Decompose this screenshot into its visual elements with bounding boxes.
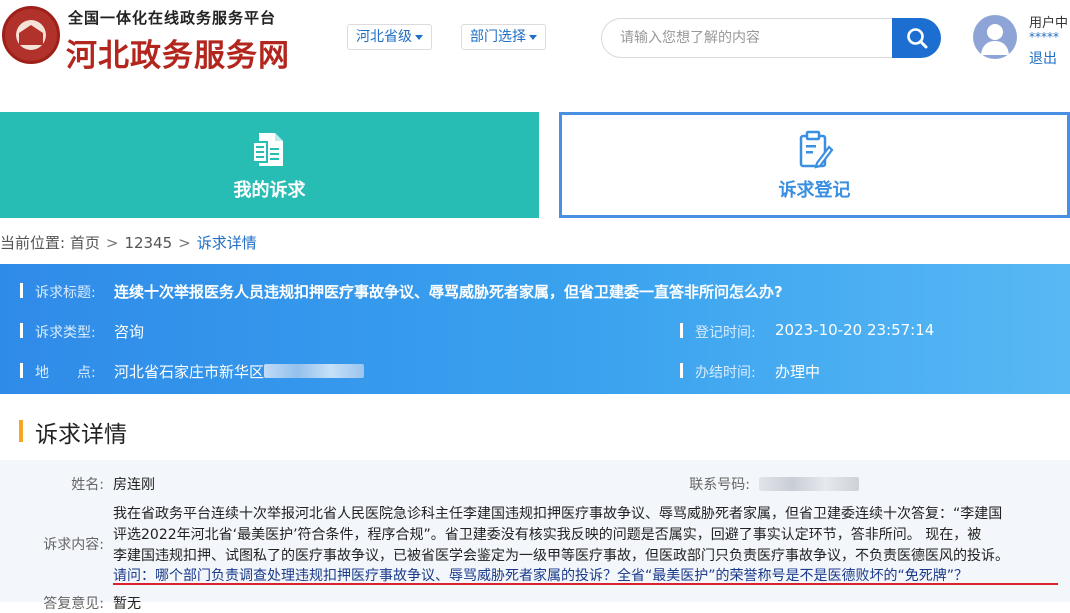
register-time-label: 登记时间:	[695, 325, 756, 341]
document-icon	[251, 133, 283, 166]
breadcrumb-12345[interactable]: 12345	[124, 234, 172, 252]
applicant-name: 房连刚	[113, 477, 155, 493]
register-time: 2023-10-20 23:57:14	[775, 321, 935, 339]
section-title: 诉求详情	[35, 422, 127, 448]
caret-down-icon	[415, 34, 423, 40]
name-label: 姓名:	[71, 477, 104, 493]
content-line: 李建国违规扣押、试图私了的医疗事故争议，已被省医学会鉴定为一级甲等医疗事故，但医…	[113, 548, 1009, 564]
redacted-phone	[759, 477, 859, 491]
highlight-underline	[113, 583, 1058, 585]
appeal-title: 连续十次举报医务人员违规扣押医疗事故争议、辱骂威胁死者家属，但省卫建委一直答非所…	[114, 283, 783, 301]
breadcrumb-separator: >	[105, 234, 119, 252]
user-icon	[981, 24, 1009, 55]
logout-link[interactable]: 退出	[1029, 48, 1057, 68]
platform-subtitle: 全国一体化在线政务服务平台	[68, 9, 277, 27]
register-appeal-tile[interactable]: 诉求登记	[559, 112, 1070, 218]
breadcrumb-prefix: 当前位置:	[0, 234, 66, 252]
finish-status: 办理中	[775, 363, 821, 381]
search-button[interactable]	[892, 18, 941, 58]
bullet-bar	[20, 363, 23, 378]
breadcrumb-current[interactable]: 诉求详情	[197, 234, 257, 252]
breadcrumb: 当前位置: 首页 >12345 > 诉求详情	[0, 232, 257, 253]
search-input[interactable]	[601, 18, 893, 58]
reply-value: 暂无	[113, 596, 141, 612]
content-line-question: 请问：哪个部门负责调查处理违规扣押医疗事故争议、辱骂威胁死者家属的投诉？全省“最…	[113, 568, 969, 584]
appeal-detail-panel: 姓名: 房连刚 联系号码: 诉求内容: 我在省政务平台连续十次举报河北省人民医院…	[0, 460, 1070, 612]
my-appeals-tile[interactable]: 我的诉求	[0, 112, 539, 218]
appeal-info-band: 诉求标题: 连续十次举报医务人员违规扣押医疗事故争议、辱骂威胁死者家属，但省卫建…	[0, 264, 1070, 394]
section-accent-bar	[19, 420, 23, 442]
breadcrumb-separator: >	[178, 234, 191, 252]
dept-select-label: 部门选择	[470, 29, 526, 45]
type-label: 诉求类型:	[35, 325, 96, 341]
site-title[interactable]: 河北政务服务网	[66, 30, 290, 75]
appeal-location: 河北省石家庄市新华区	[114, 363, 265, 381]
redacted-address	[264, 364, 364, 378]
breadcrumb-home[interactable]: 首页	[70, 234, 100, 252]
bullet-bar	[680, 323, 683, 338]
region-select[interactable]: 河北省级	[347, 24, 432, 50]
content-line: 我在省政务平台连续十次举报河北省人民医院急诊科主任李建国违规扣押医疗事故争议、辱…	[113, 506, 1003, 522]
location-label: 地 点:	[35, 365, 96, 381]
bullet-bar	[680, 363, 683, 378]
bullet-bar	[20, 283, 23, 298]
user-masked-name: *****	[1029, 30, 1059, 44]
dept-select[interactable]: 部门选择	[461, 24, 546, 50]
appeal-type: 咨询	[114, 323, 145, 341]
reply-label: 答复意见:	[43, 596, 104, 612]
my-appeals-label: 我的诉求	[233, 180, 306, 201]
site-logo-emblem[interactable]	[2, 6, 60, 64]
bullet-bar	[20, 323, 23, 338]
caret-down-icon	[529, 34, 537, 40]
user-avatar[interactable]	[973, 15, 1017, 59]
building-icon	[19, 25, 43, 45]
search-icon	[906, 28, 927, 49]
user-label[interactable]: 用户中	[1029, 12, 1068, 31]
finish-time-label: 办结时间:	[695, 365, 756, 381]
register-appeal-label: 诉求登记	[778, 180, 851, 201]
region-select-label: 河北省级	[356, 29, 412, 45]
phone-label: 联系号码:	[689, 477, 750, 493]
content-label: 诉求内容:	[43, 537, 104, 553]
title-label: 诉求标题:	[35, 285, 96, 301]
clipboard-edit-icon	[799, 130, 833, 169]
content-line: 评选2022年河北省‘最美医护’符合条件，程序合规”。省卫建委没有核实我反映的问…	[113, 527, 982, 543]
